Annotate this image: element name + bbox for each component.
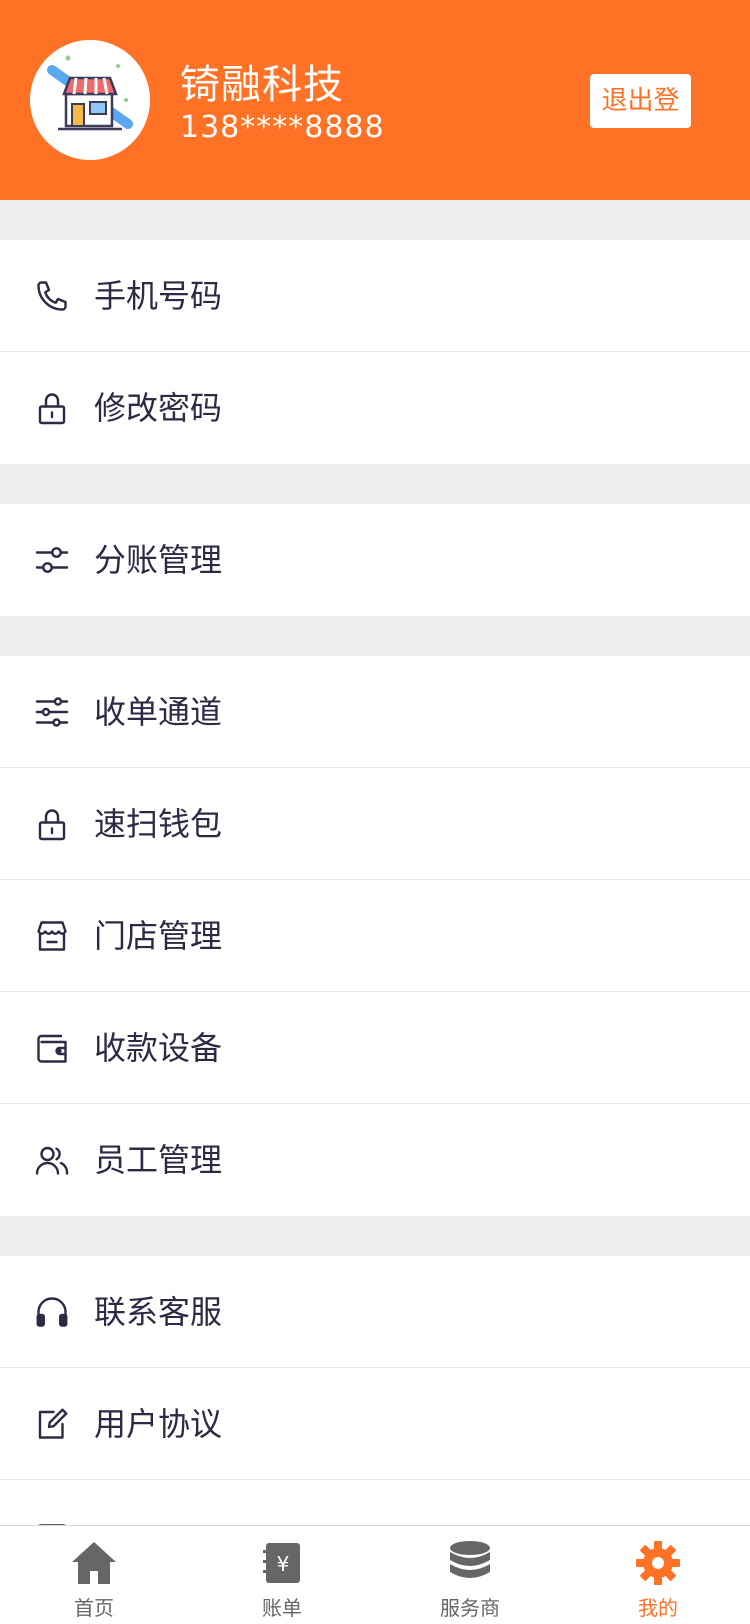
lock-icon (34, 390, 70, 426)
menu-item-quick-scan-wallet[interactable]: 速扫钱包 (0, 768, 750, 880)
menu-item-label: 收单通道 (94, 693, 223, 731)
menu-item-acquiring-channel[interactable]: 收单通道 (0, 656, 750, 768)
menu-item-split-management[interactable]: 分账管理 (0, 504, 750, 616)
tab-bills[interactable]: ¥ 账单 (188, 1526, 376, 1624)
menu-item-customer-service[interactable]: 联系客服 (0, 1256, 750, 1368)
lock-icon (34, 806, 70, 842)
menu-group-business: 收单通道 速扫钱包 门店管理 收款设备 员工管理 (0, 656, 750, 1216)
menu-item-label: 手机号码 (94, 277, 223, 315)
menu-item-staff-management[interactable]: 员工管理 (0, 1104, 750, 1216)
menu-item-label: 速扫钱包 (94, 805, 223, 843)
menu-item-phone[interactable]: 手机号码 (0, 240, 750, 352)
menu-item-label: 联系客服 (94, 1293, 223, 1331)
gear-icon (564, 1538, 750, 1588)
menu-item-store-management[interactable]: 门店管理 (0, 880, 750, 992)
menu-item-payment-device[interactable]: 收款设备 (0, 992, 750, 1104)
menu-item-label: 收款设备 (94, 1029, 223, 1067)
users-icon (34, 1142, 70, 1178)
profile-page: 锜融科技 138****8888 退出登录 手机号码 修改密码 分账管理 收单通… (0, 0, 750, 1624)
menu-item-label: 修改密码 (94, 389, 223, 427)
menu-item-label: 员工管理 (94, 1141, 223, 1179)
phone-icon (34, 278, 70, 314)
store-avatar-icon (30, 40, 150, 160)
home-icon (0, 1538, 188, 1588)
bill-icon: ¥ (188, 1538, 376, 1588)
toggle-sliders-icon (34, 542, 70, 578)
bottom-tab-bar: 首页 ¥ 账单 服务商 我的 (0, 1525, 750, 1624)
sliders-icon (34, 694, 70, 730)
store-icon (34, 918, 70, 954)
profile-header: 锜融科技 138****8888 退出登录 (0, 0, 750, 200)
headphones-icon (34, 1294, 70, 1330)
tab-mine[interactable]: 我的 (564, 1526, 750, 1624)
menu-item-label: 门店管理 (94, 917, 223, 955)
avatar[interactable] (30, 40, 150, 160)
wallet-icon (34, 1030, 70, 1066)
company-name: 锜融科技 (180, 62, 344, 108)
menu-group-split: 分账管理 (0, 504, 750, 616)
edit-icon (34, 1406, 70, 1442)
user-phone: 138****8888 (180, 110, 385, 145)
logout-button[interactable]: 退出登录 (590, 74, 691, 170)
menu-item-label: 用户协议 (94, 1405, 223, 1443)
tab-label: 我的 (638, 1596, 678, 1620)
menu-item-change-password[interactable]: 修改密码 (0, 352, 750, 464)
tab-service-provider[interactable]: 服务商 (376, 1526, 564, 1624)
tab-label: 服务商 (440, 1596, 500, 1620)
svg-text:¥: ¥ (277, 1552, 290, 1576)
tab-label: 首页 (74, 1596, 114, 1620)
menu-group-account: 手机号码 修改密码 (0, 240, 750, 464)
tab-home[interactable]: 首页 (0, 1526, 188, 1624)
database-icon (376, 1538, 564, 1588)
tab-label: 账单 (262, 1596, 302, 1620)
menu-item-user-agreement[interactable]: 用户协议 (0, 1368, 750, 1480)
menu-item-label: 分账管理 (94, 541, 223, 579)
